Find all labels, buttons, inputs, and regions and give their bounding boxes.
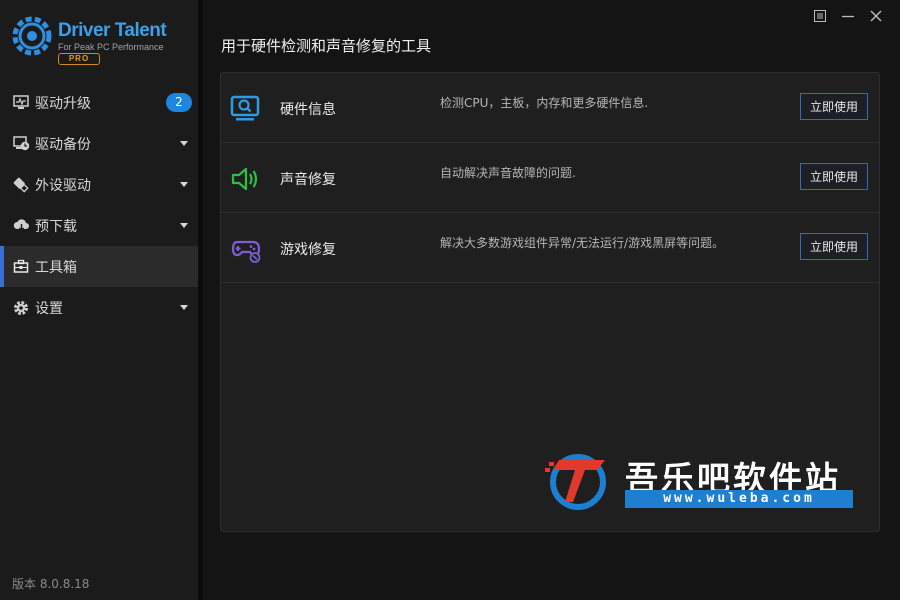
sidebar-menu: 驱动升级 2 驱动备份 外设驱动 预下载 工具箱 设置 (0, 82, 198, 328)
watermark: 吾乐吧软件站 www.wuleba.com (545, 450, 855, 510)
update-count-badge: 2 (166, 93, 192, 112)
chevron-down-icon (180, 182, 188, 187)
watermark-logo-icon (545, 454, 606, 510)
sidebar-item-driver-backup[interactable]: 驱动备份 (0, 123, 198, 164)
sidebar-item-predownload[interactable]: 预下载 (0, 205, 198, 246)
gear-logo-icon (12, 16, 52, 56)
tool-row-hardware-info: 硬件信息 检测CPU，主板，内存和更多硬件信息. 立即使用 (221, 73, 879, 143)
tool-row-sound-repair: 声音修复 自动解决声音故障的问题. 立即使用 (221, 143, 879, 213)
gamepad-wrench-icon (231, 240, 261, 263)
tool-description: 解决大多数游戏组件异常/无法运行/游戏黑屏等问题。 (440, 236, 725, 250)
monitor-search-icon (230, 95, 260, 121)
use-now-button-game[interactable]: 立即使用 (800, 233, 868, 260)
gear-icon (12, 299, 30, 317)
usb-device-icon (12, 176, 30, 194)
tool-name: 游戏修复 (280, 242, 336, 258)
tool-name: 声音修复 (280, 172, 336, 188)
tool-description: 自动解决声音故障的问题. (440, 166, 576, 180)
speaker-icon (231, 167, 258, 191)
sidebar-item-toolbox[interactable]: 工具箱 (0, 246, 198, 287)
sidebar-item-label: 预下载 (35, 218, 77, 235)
tool-description: 检测CPU，主板，内存和更多硬件信息. (440, 96, 649, 110)
page-title: 用于硬件检测和声音修复的工具 (221, 37, 432, 55)
minimize-icon (842, 15, 854, 18)
app-logo: Driver Talent For Peak PC Performance PR… (12, 14, 192, 70)
use-now-button-sound[interactable]: 立即使用 (800, 163, 868, 190)
toolbox-icon (12, 258, 30, 276)
close-icon (870, 10, 882, 22)
tool-row-game-repair: 游戏修复 解决大多数游戏组件异常/无法运行/游戏黑屏等问题。 立即使用 (221, 213, 879, 283)
chevron-down-icon (180, 141, 188, 146)
cloud-download-icon (12, 217, 30, 235)
tool-name: 硬件信息 (280, 102, 336, 118)
chevron-down-icon (180, 223, 188, 228)
close-button[interactable] (862, 7, 890, 25)
pro-badge: PRO (58, 53, 100, 65)
minimize-button[interactable] (834, 7, 862, 25)
sidebar-item-settings[interactable]: 设置 (0, 287, 198, 328)
version-label: 版本 8.0.8.18 (12, 577, 90, 591)
sidebar-item-label: 工具箱 (35, 259, 77, 276)
watermark-url: www.wuleba.com (625, 490, 853, 508)
menu-button[interactable] (806, 7, 834, 25)
chevron-down-icon (180, 305, 188, 310)
window-controls (806, 7, 890, 25)
sidebar-item-label: 驱动备份 (35, 136, 91, 153)
sidebar-item-label: 设置 (35, 300, 63, 317)
sidebar-divider (198, 0, 203, 600)
use-now-button-hardware[interactable]: 立即使用 (800, 93, 868, 120)
sidebar: Driver Talent For Peak PC Performance PR… (0, 0, 198, 600)
logo-title: Driver Talent (58, 20, 167, 41)
sidebar-item-peripheral-drivers[interactable]: 外设驱动 (0, 164, 198, 205)
menu-icon (814, 10, 826, 22)
logo-subtitle: For Peak PC Performance (58, 42, 164, 52)
sidebar-item-driver-update[interactable]: 驱动升级 2 (0, 82, 198, 123)
sidebar-item-label: 驱动升级 (35, 95, 91, 112)
sidebar-item-label: 外设驱动 (35, 177, 91, 194)
monitor-wave-icon (12, 94, 30, 112)
backup-clock-icon (12, 135, 30, 153)
